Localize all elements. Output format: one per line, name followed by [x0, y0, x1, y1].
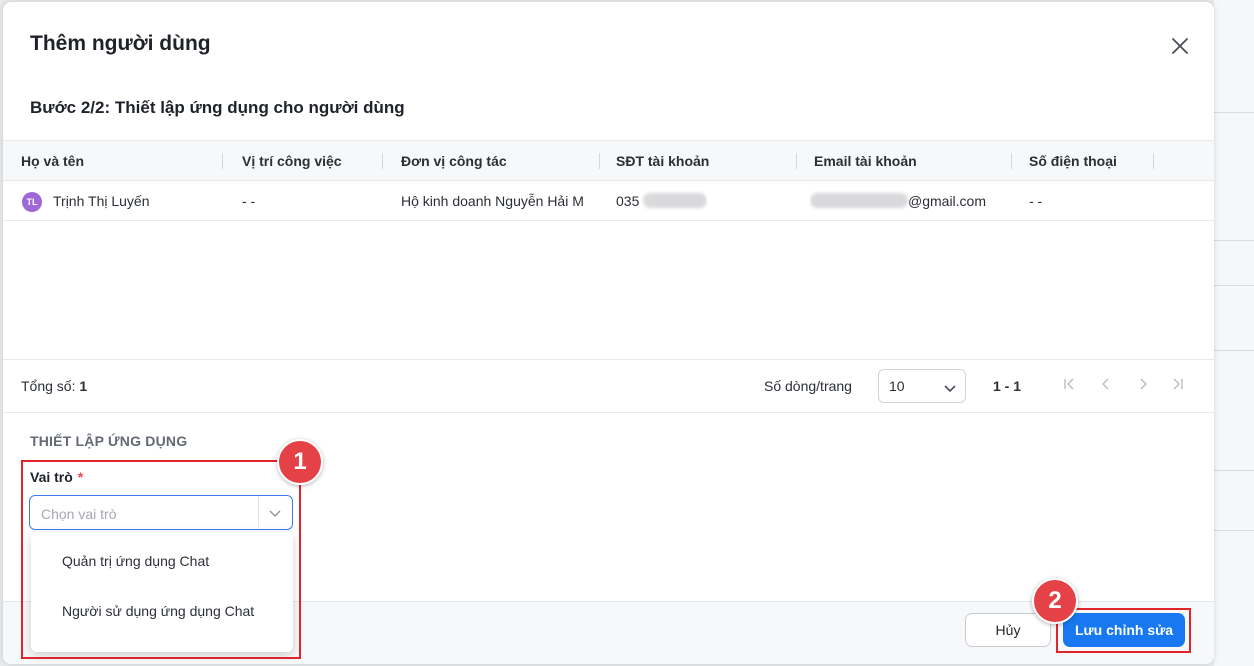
close-icon [1172, 38, 1188, 54]
avatar: TL [22, 192, 42, 212]
first-page-icon [1064, 378, 1074, 390]
total-count: Tổng số: 1 [21, 378, 87, 394]
total-label: Tổng số: [21, 378, 76, 394]
column-separator [599, 153, 600, 169]
close-button[interactable] [1166, 32, 1194, 60]
cell-phone: - - [1029, 193, 1043, 209]
cell-unit: Hộ kinh doanh Nguyễn Hải M [401, 193, 584, 209]
column-separator [222, 153, 223, 169]
rows-per-page-label: Số dòng/trang [764, 378, 852, 394]
bg-divider [1214, 350, 1254, 351]
table-row[interactable]: TL Trịnh Thị Luyến - - Hộ kinh doanh Ngu… [3, 181, 1214, 221]
column-header-account-phone: SĐT tài khoản [616, 153, 710, 169]
redacted-blur [643, 193, 708, 209]
page-range: 1 - 1 [993, 378, 1022, 394]
cell-name: Trịnh Thị Luyến [53, 193, 150, 209]
background-page-edge [1214, 0, 1254, 666]
rows-per-page-value: 10 [889, 378, 905, 394]
step-title: Bước 2/2: Thiết lập ứng dụng cho người d… [30, 98, 405, 117]
column-header-name: Họ và tên [21, 153, 85, 169]
column-header-phone: Số điện thoại [1029, 153, 1117, 169]
last-page-button[interactable] [1168, 374, 1188, 394]
bg-divider [1214, 470, 1254, 471]
column-separator [796, 153, 797, 169]
column-header-position: Vị trí công việc [242, 153, 342, 169]
column-header-unit: Đơn vị công tác [401, 153, 507, 169]
last-page-icon [1173, 378, 1183, 390]
app-setup-section-title: THIẾT LẬP ỨNG DỤNG [30, 433, 188, 449]
bg-divider [1214, 112, 1254, 113]
annotation-highlight-save [1056, 608, 1191, 653]
cell-account-email: @gmail.com [810, 181, 986, 221]
prev-page-icon [1102, 378, 1109, 390]
annotation-badge-2: 2 [1032, 578, 1078, 624]
bg-divider [1214, 530, 1254, 531]
column-header-account-email: Email tài khoản [814, 153, 917, 169]
user-table: Họ và tên Vị trí công việc Đơn vị công t… [3, 140, 1214, 360]
annotation-badge-1: 1 [277, 439, 323, 485]
cell-account-phone: 035 [616, 181, 708, 221]
bg-divider [1214, 240, 1254, 241]
table-header: Họ và tên Vị trí công việc Đơn vị công t… [3, 141, 1214, 181]
cell-position: - - [242, 193, 256, 209]
cancel-button[interactable]: Hủy [965, 613, 1051, 647]
first-page-button[interactable] [1059, 374, 1079, 394]
chevron-down-icon [944, 385, 956, 393]
column-separator [1011, 153, 1012, 169]
column-separator [1153, 153, 1154, 169]
account-email-domain: @gmail.com [908, 193, 987, 209]
rows-per-page-select[interactable]: 10 [878, 369, 966, 403]
next-page-button[interactable] [1133, 374, 1153, 394]
bg-divider [1214, 285, 1254, 286]
column-separator [382, 153, 383, 169]
account-phone-prefix: 035 [616, 193, 640, 209]
total-value: 1 [79, 378, 88, 394]
annotation-highlight-role [21, 460, 301, 659]
section-divider [3, 412, 1214, 413]
prev-page-button[interactable] [1096, 374, 1116, 394]
redacted-blur [810, 193, 908, 209]
next-page-icon [1140, 378, 1147, 390]
dialog-title: Thêm người dùng [30, 32, 211, 55]
